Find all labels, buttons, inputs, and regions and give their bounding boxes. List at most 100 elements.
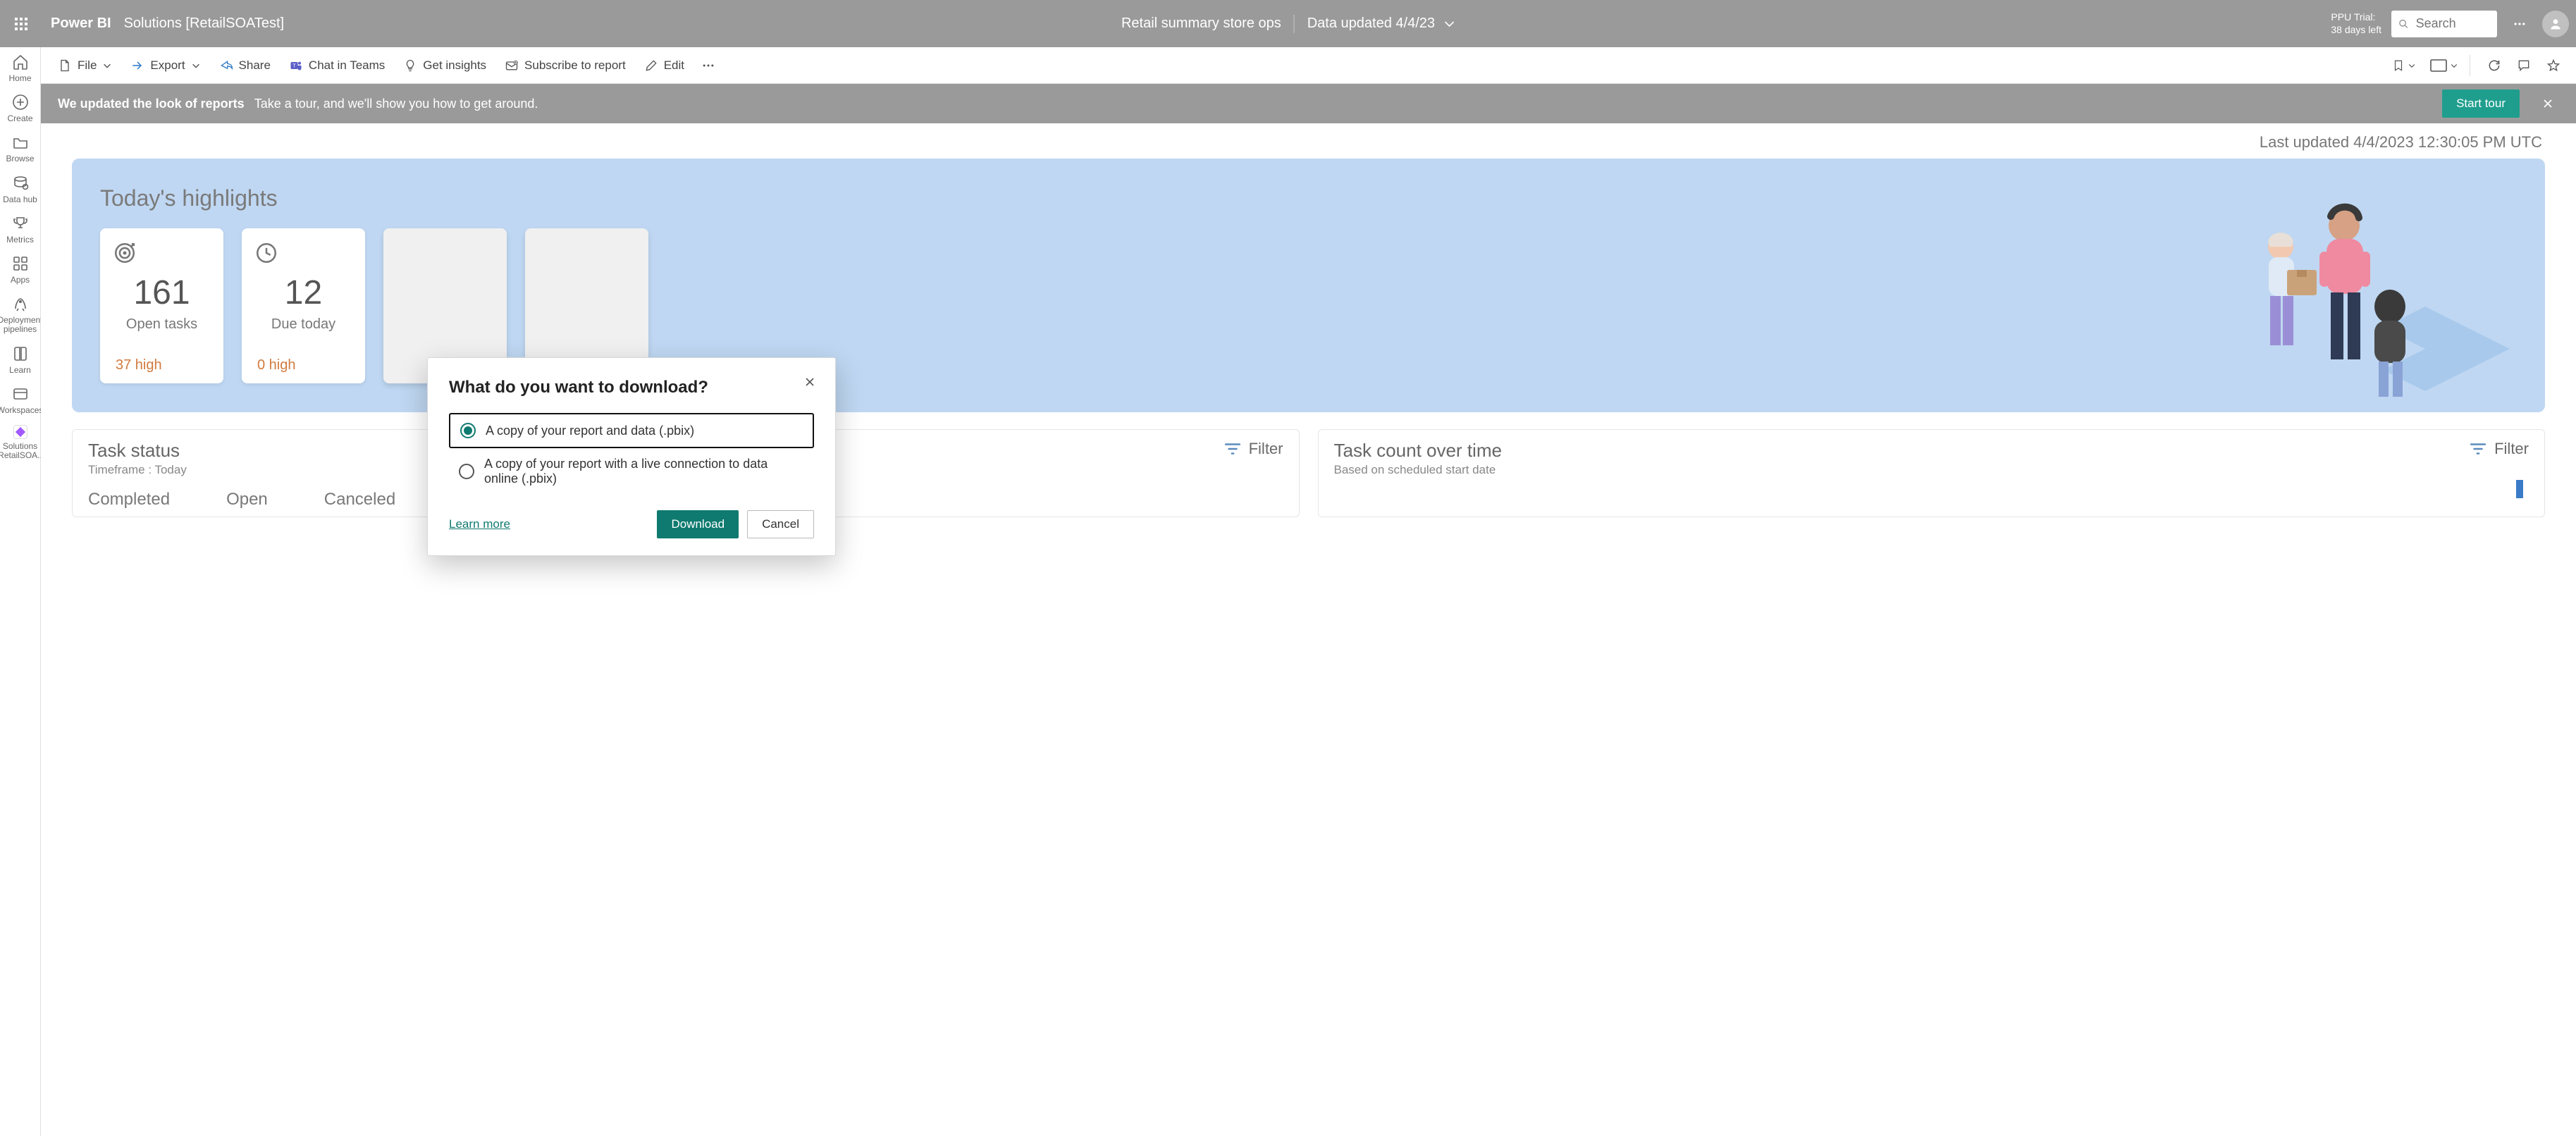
card-open-tasks[interactable]: 161 Open tasks 37 high bbox=[100, 228, 223, 383]
book-icon bbox=[12, 345, 29, 362]
nav-current-workspace[interactable]: Solutions [RetailSOA... bbox=[1, 425, 40, 460]
radio-option-live-connection[interactable]: A copy of your report with a live connec… bbox=[449, 448, 814, 495]
nav-create[interactable]: Create bbox=[1, 93, 40, 123]
search-box[interactable] bbox=[2391, 11, 2497, 37]
view-icon bbox=[2430, 59, 2447, 72]
share-button[interactable]: Share bbox=[212, 54, 278, 77]
more-options-button[interactable] bbox=[2507, 11, 2532, 37]
ellipsis-icon bbox=[2513, 17, 2527, 31]
chevron-down-icon bbox=[2450, 61, 2458, 70]
nav-label: Home bbox=[8, 74, 31, 83]
waffle-icon bbox=[14, 17, 28, 31]
comment-button[interactable] bbox=[2511, 53, 2537, 78]
share-label: Share bbox=[239, 58, 271, 73]
panel-task-count: Task count over time Based on scheduled … bbox=[1318, 429, 2546, 517]
subscribe-button[interactable]: Subscribe to report bbox=[498, 54, 633, 77]
home-icon bbox=[12, 54, 29, 70]
teams-icon: T bbox=[289, 58, 303, 73]
close-icon bbox=[2542, 98, 2553, 109]
insights-label: Get insights bbox=[423, 58, 486, 73]
refresh-icon bbox=[2487, 58, 2501, 73]
chart-placeholder bbox=[1334, 477, 2529, 498]
nav-home[interactable]: Home bbox=[1, 53, 40, 83]
refresh-button[interactable] bbox=[2482, 53, 2507, 78]
card-value: 12 bbox=[285, 273, 322, 312]
nav-browse[interactable]: Browse bbox=[1, 133, 40, 163]
export-icon bbox=[130, 58, 144, 73]
chevron-down-icon bbox=[1443, 18, 1455, 30]
overflow-button[interactable] bbox=[696, 53, 721, 78]
nav-label: Workspaces bbox=[0, 406, 43, 415]
status-col: Canceled bbox=[324, 490, 395, 510]
file-label: File bbox=[78, 58, 97, 73]
chat-teams-button[interactable]: T Chat in Teams bbox=[282, 54, 392, 77]
share-icon bbox=[219, 58, 233, 73]
nav-workspaces[interactable]: Workspaces bbox=[1, 385, 40, 415]
body-row: Home Create Browse Data hub Metrics Apps… bbox=[0, 47, 2576, 1136]
filter-label: Filter bbox=[2494, 440, 2529, 458]
chevron-down-icon bbox=[102, 61, 112, 70]
get-insights-button[interactable]: Get insights bbox=[396, 54, 493, 77]
bookmark-dropdown[interactable] bbox=[2392, 58, 2416, 73]
filter-button[interactable]: Filter bbox=[1224, 440, 1283, 458]
learn-more-link[interactable]: Learn more bbox=[449, 517, 510, 531]
data-hub-icon bbox=[12, 175, 29, 192]
search-input[interactable] bbox=[2416, 16, 2490, 31]
ellipsis-icon bbox=[701, 58, 715, 73]
radio-option-report-and-data[interactable]: A copy of your report and data (.pbix) bbox=[449, 413, 814, 448]
tour-bold: We updated the look of reports bbox=[58, 97, 245, 111]
card-due-today[interactable]: 12 Due today 0 high bbox=[242, 228, 365, 383]
search-icon bbox=[2398, 18, 2409, 30]
left-nav-rail: Home Create Browse Data hub Metrics Apps… bbox=[0, 47, 41, 1136]
filter-icon bbox=[2469, 440, 2487, 458]
nav-label: Apps bbox=[11, 276, 30, 285]
right-column: File Export Share T Chat in Teams Get in… bbox=[41, 47, 2576, 1136]
clock-icon bbox=[254, 241, 278, 265]
lightbulb-icon bbox=[403, 58, 417, 73]
divider bbox=[1294, 15, 1295, 33]
file-menu[interactable]: File bbox=[51, 54, 119, 77]
favorite-button[interactable] bbox=[2541, 53, 2566, 78]
nav-data-hub[interactable]: Data hub bbox=[1, 174, 40, 204]
workspace-badge-icon bbox=[13, 425, 27, 439]
trial-line1: PPU Trial: bbox=[2331, 11, 2381, 24]
cancel-button[interactable]: Cancel bbox=[747, 510, 814, 538]
nav-apps[interactable]: Apps bbox=[1, 254, 40, 285]
card-value: 161 bbox=[133, 273, 190, 312]
chevron-down-icon bbox=[2408, 61, 2416, 70]
svg-text:T: T bbox=[292, 62, 296, 68]
nav-label: Data hub bbox=[3, 195, 37, 204]
report-canvas: Last updated 4/4/2023 12:30:05 PM UTC To… bbox=[41, 123, 2576, 1136]
folder-icon bbox=[12, 134, 29, 151]
nav-label: Deployment pipelines bbox=[0, 316, 43, 334]
workspaces-icon bbox=[12, 385, 29, 402]
card-high: 37 high bbox=[116, 357, 162, 373]
account-avatar[interactable] bbox=[2542, 11, 2569, 37]
pencil-icon bbox=[644, 58, 658, 73]
dialog-close-button[interactable] bbox=[804, 376, 820, 392]
app-launcher-button[interactable] bbox=[7, 10, 35, 38]
top-center: Retail summary store ops Data updated 4/… bbox=[1121, 15, 1455, 33]
comment-icon bbox=[2517, 58, 2531, 73]
brand-label: Power BI bbox=[51, 16, 111, 32]
edit-label: Edit bbox=[664, 58, 684, 73]
nav-learn[interactable]: Learn bbox=[1, 345, 40, 375]
nav-label: Solutions [RetailSOA... bbox=[0, 442, 44, 460]
edit-button[interactable]: Edit bbox=[637, 54, 691, 77]
start-tour-button[interactable]: Start tour bbox=[2442, 89, 2520, 118]
download-button[interactable]: Download bbox=[657, 510, 739, 538]
download-dialog: What do you want to download? A copy of … bbox=[427, 357, 836, 556]
export-menu[interactable]: Export bbox=[123, 54, 207, 77]
filter-icon bbox=[1224, 440, 1242, 458]
view-dropdown[interactable] bbox=[2430, 59, 2458, 72]
filter-button[interactable]: Filter bbox=[2469, 440, 2529, 458]
nav-label: Learn bbox=[9, 366, 31, 375]
workspace-breadcrumb[interactable]: Solutions [RetailSOATest] bbox=[124, 16, 285, 32]
top-right: PPU Trial: 38 days left bbox=[2331, 11, 2569, 37]
tour-close-button[interactable] bbox=[2537, 92, 2559, 115]
star-icon bbox=[2546, 58, 2560, 73]
close-icon bbox=[804, 376, 815, 388]
data-updated-dropdown[interactable]: Data updated 4/4/23 bbox=[1307, 16, 1455, 32]
nav-metrics[interactable]: Metrics bbox=[1, 214, 40, 245]
nav-deployment-pipelines[interactable]: Deployment pipelines bbox=[1, 295, 40, 334]
